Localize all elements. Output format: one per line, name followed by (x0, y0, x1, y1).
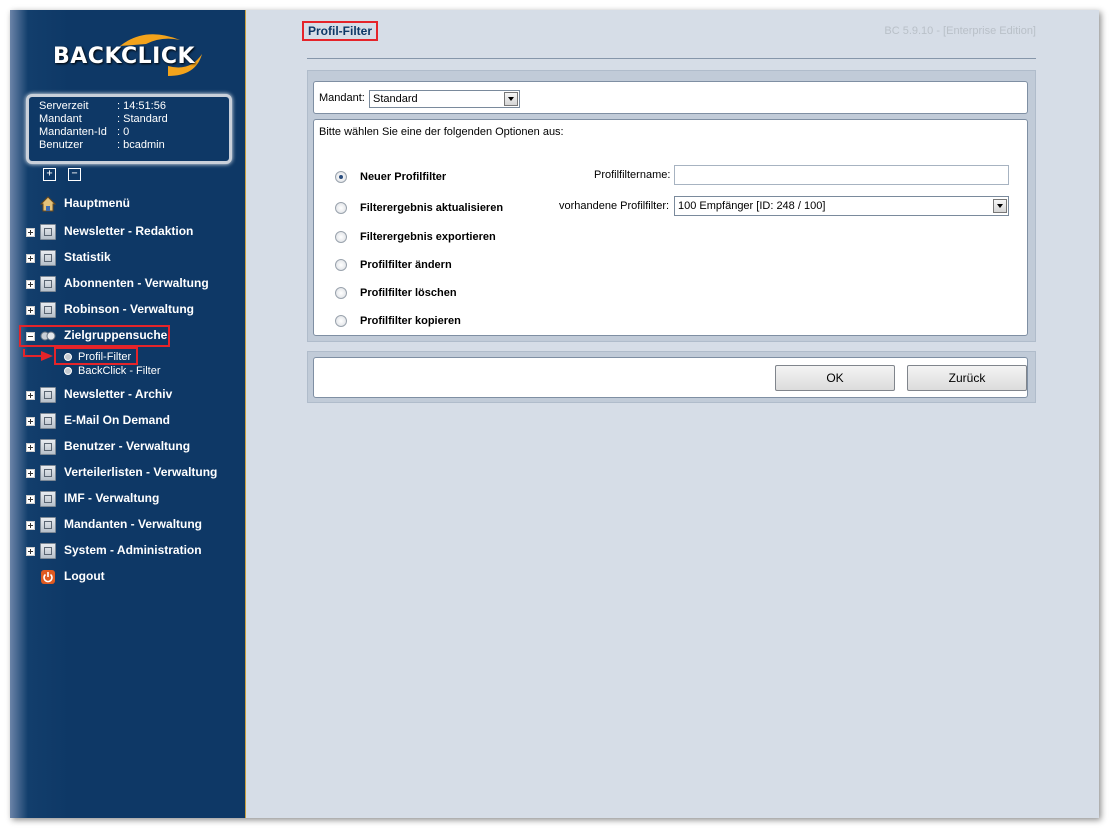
mandant-select-value: Standard (373, 93, 418, 105)
bullet-icon (64, 367, 72, 375)
expand-icon[interactable] (26, 469, 35, 478)
logo-text: BACKCLICK (53, 44, 196, 69)
expand-icon[interactable] (26, 280, 35, 289)
module-icon (40, 276, 56, 292)
nav-label: Robinson - Verwaltung (64, 302, 195, 316)
module-icon (40, 439, 56, 455)
nav-label: Benutzer - Verwaltung (64, 439, 191, 453)
radio-button[interactable] (335, 231, 347, 243)
module-icon (40, 387, 56, 403)
info-benutzer: Benutzer: bcadmin (39, 139, 165, 151)
radio-button[interactable] (335, 171, 347, 183)
session-info-box: Serverzeit: 14:51:56 Mandant: Standard M… (26, 94, 232, 164)
chevron-down-icon[interactable] (504, 92, 518, 106)
mandant-box: Mandant: Standard (313, 81, 1028, 114)
option-label: Neuer Profilfilter (360, 171, 447, 183)
button-box: OK Zurück (313, 357, 1028, 398)
nav-label: Verteilerlisten - Verwaltung (64, 465, 218, 479)
nav-label: E-Mail On Demand (64, 413, 171, 427)
module-icon (40, 517, 56, 533)
option-label: Filterergebnis exportieren (360, 231, 496, 243)
collapse-all-button[interactable]: − (68, 168, 81, 181)
info-mandanten-id: Mandanten-Id: 0 (39, 126, 130, 138)
button-panel: OK Zurück (307, 351, 1036, 403)
module-icon (40, 413, 56, 429)
app-window: BACKCLICK Serverzeit: 14:51:56 Mandant: … (10, 10, 1099, 818)
home-icon (40, 196, 56, 212)
expand-icon[interactable] (26, 254, 35, 263)
vorhandene-profilfilter-select[interactable]: 100 Empfänger [ID: 248 / 100] (674, 196, 1009, 216)
options-panel: Mandant: Standard Bitte wählen Sie eine … (307, 70, 1036, 342)
radio-button[interactable] (335, 202, 347, 214)
nav-label: System - Administration (64, 543, 202, 557)
module-icon (40, 302, 56, 318)
expand-icon[interactable] (26, 521, 35, 530)
module-icon (40, 224, 56, 240)
nav-label: Statistik (64, 250, 111, 264)
nav-label: Newsletter - Redaktion (64, 224, 194, 238)
nav-sub-label: BackClick - Filter (78, 365, 161, 377)
chevron-down-icon[interactable] (993, 199, 1007, 213)
expand-all-button[interactable]: + (43, 168, 56, 181)
pointer-arrow-icon (23, 349, 53, 361)
info-mandant: Mandant: Standard (39, 113, 168, 125)
options-box: Bitte wählen Sie eine der folgenden Opti… (313, 119, 1028, 336)
expand-icon[interactable] (26, 495, 35, 504)
expand-icon[interactable] (26, 417, 35, 426)
highlight-profil-filter (54, 347, 138, 365)
mandant-select[interactable]: Standard (369, 90, 520, 108)
option-label: Filterergebnis aktualisieren (360, 202, 504, 214)
main-content: Profil-Filter BC 5.9.10 - [Enterprise Ed… (246, 10, 1099, 818)
instruction-text: Bitte wählen Sie eine der folgenden Opti… (319, 126, 564, 138)
vorhandene-profilfilter-label: vorhandene Profilfilter: (559, 200, 670, 212)
title-divider (307, 58, 1036, 59)
nav-label: Newsletter - Archiv (64, 387, 173, 401)
sidebar: BACKCLICK Serverzeit: 14:51:56 Mandant: … (10, 10, 246, 818)
nav-label: Abonnenten - Verwaltung (64, 276, 209, 290)
module-icon (40, 491, 56, 507)
nav-label: Mandanten - Verwaltung (64, 517, 203, 531)
expand-icon[interactable] (26, 391, 35, 400)
module-icon (40, 543, 56, 559)
radio-button[interactable] (335, 259, 347, 271)
nav-label: IMF - Verwaltung (64, 491, 160, 505)
radio-button[interactable] (335, 315, 347, 327)
option-label: Profilfilter kopieren (360, 315, 461, 327)
module-icon (40, 465, 56, 481)
option-label: Profilfilter ändern (360, 259, 452, 271)
ok-button[interactable]: OK (775, 365, 895, 391)
profilfiltername-input[interactable] (674, 165, 1009, 185)
radio-button[interactable] (335, 287, 347, 299)
expand-icon[interactable] (26, 228, 35, 237)
backclick-logo: BACKCLICK (50, 32, 210, 82)
zurueck-button[interactable]: Zurück (907, 365, 1027, 391)
module-icon (40, 250, 56, 266)
mandant-label: Mandant: (319, 92, 365, 104)
nav-hauptmenu-label: Hauptmenü (64, 196, 130, 210)
highlight-zielgruppensuche (19, 325, 170, 347)
option-label: Profilfilter löschen (360, 287, 457, 299)
power-icon (41, 570, 55, 584)
vorhandene-profilfilter-value: 100 Empfänger [ID: 248 / 100] (678, 200, 826, 212)
page-title: Profil-Filter (302, 21, 379, 41)
nav-logout-label: Logout (64, 569, 105, 583)
expand-icon[interactable] (26, 306, 35, 315)
version-label: BC 5.9.10 - [Enterprise Edition] (884, 25, 1036, 37)
expand-icon[interactable] (26, 547, 35, 556)
expand-icon[interactable] (26, 443, 35, 452)
info-serverzeit: Serverzeit: 14:51:56 (39, 100, 166, 112)
profilfiltername-label: Profilfiltername: (594, 169, 671, 181)
